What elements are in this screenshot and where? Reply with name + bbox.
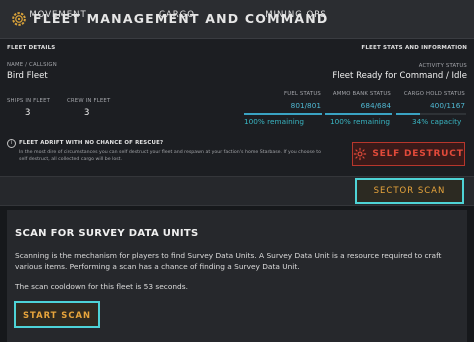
cargo-bar [396,113,420,115]
cargo-value: 400/1167 [430,101,465,110]
info-icon: i [7,139,16,148]
tab-movement[interactable]: MOVEMENT [8,4,108,26]
fuel-remaining: 100% remaining [244,117,305,126]
self-destruct-icon [354,147,367,161]
ammo-label: AMMO BANK STATUS [332,91,391,97]
ships-count: 3 [25,108,31,118]
fleet-details-label: FLEET DETAILS [7,45,56,51]
tab-sector-scan[interactable]: SECTOR SCAN [355,178,464,204]
scan-title: SCAN FOR SURVEY DATA UNITS [15,228,199,239]
scan-description: Scanning is the mechanism for players to… [15,251,442,271]
crew-label: CREW IN FLEET [67,98,111,104]
fuel-bar [244,113,322,115]
tab-cargo[interactable]: CARGO [127,4,227,26]
ammo-bar [325,113,392,115]
activity-status: Fleet Ready for Command / Idle [332,71,467,81]
adrift-description: In the most dire of circumstances you ca… [19,150,321,162]
crew-count: 3 [84,108,90,118]
ammo-value: 684/684 [360,101,391,110]
cargo-capacity: 34% capacity [412,117,462,126]
start-scan-button[interactable]: START SCAN [14,301,100,328]
activity-label: ACTIVITY STATUS [418,63,467,69]
tab-mining-ops[interactable]: MINING OPS [246,4,346,26]
cargo-label: CARGO HOLD STATUS [403,91,465,97]
fleet-stats-label: FLEET STATS AND INFORMATION [361,45,467,51]
fuel-label: FUEL STATUS [284,91,321,97]
fleet-name: Bird Fleet [7,71,48,81]
self-destruct-button[interactable]: SELF DESTRUCT [352,142,465,166]
fuel-value: 801/801 [290,101,321,110]
adrift-title: FLEET ADRIFT WITH NO CHANCE OF RESCUE? [19,140,164,146]
ammo-remaining: 100% remaining [330,117,391,126]
ships-label: SHIPS IN FLEET [7,98,51,104]
self-destruct-label: SELF DESTRUCT [372,149,464,159]
name-label: NAME / CALLSIGN [7,62,57,68]
scan-cooldown: The scan cooldown for this fleet is 53 s… [15,282,188,291]
